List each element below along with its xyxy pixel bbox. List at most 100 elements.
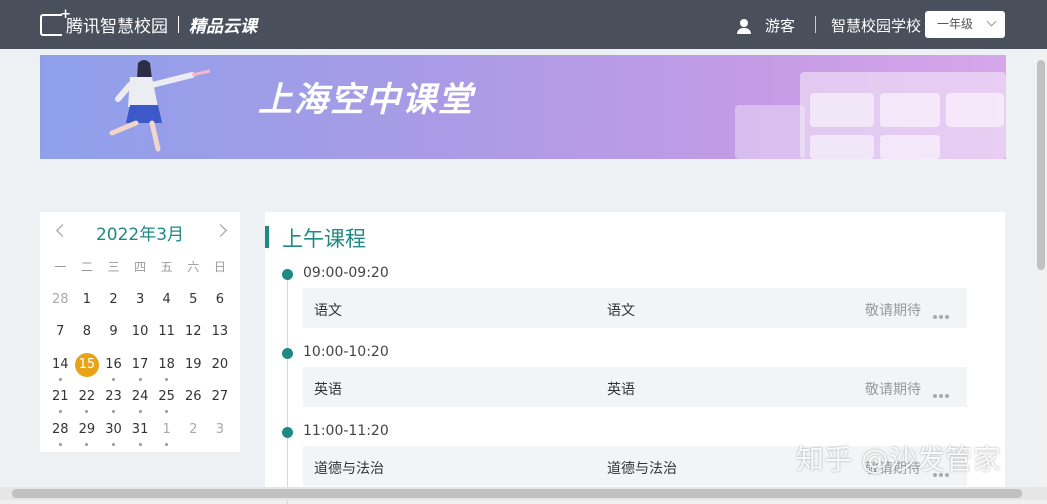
has-class-dot	[165, 377, 169, 381]
calendar-day[interactable]: 6	[207, 291, 234, 324]
logo[interactable]: 腾讯智慧校园 精品云课	[40, 7, 257, 37]
calendar-day[interactable]: 23	[100, 388, 127, 421]
calendar-day-label: 28	[52, 421, 69, 437]
has-class-dot	[58, 410, 62, 413]
weekday-label: 六	[187, 260, 200, 274]
calendar-day[interactable]: 28	[47, 291, 74, 324]
calendar-day[interactable]: 1	[74, 291, 101, 324]
calendar-month: 2022年3月	[95, 225, 185, 245]
calendar-day[interactable]: 3	[207, 421, 234, 454]
has-class-dot	[58, 442, 62, 446]
weekday-label: 四	[134, 260, 147, 274]
calendar-day-label: 14	[52, 356, 69, 372]
calendar-day-label: 23	[105, 389, 122, 404]
calendar-day-label: 22	[78, 389, 96, 404]
banner-deco-card	[946, 93, 1004, 127]
banner-deco-card	[810, 93, 874, 127]
calendar-day-label: 18	[158, 356, 175, 372]
class-subject: 道德与法治	[314, 461, 384, 477]
calendar-day[interactable]: 31	[127, 421, 154, 454]
header-divider	[815, 16, 816, 33]
calendar-day[interactable]: 29	[74, 421, 101, 454]
calendar-grid: 一 二 三 四 五 六 日 28 1 2 3 4 5 6 7 8 9 10 11…	[47, 258, 233, 453]
has-class-dot	[138, 377, 142, 381]
calendar-day[interactable]: 13	[207, 323, 234, 356]
banner-deco-card	[880, 93, 940, 127]
class-name: 道德与法治	[607, 461, 677, 477]
calendar-day[interactable]: 3	[127, 291, 154, 324]
grade-select[interactable]: 一年级	[925, 11, 1005, 38]
calendar-day[interactable]: 2	[100, 291, 127, 324]
class-subject: 英语	[314, 382, 342, 398]
calendar-day[interactable]: 11	[153, 323, 180, 356]
class-name: 语文	[607, 303, 635, 319]
user-menu[interactable]: 游客	[737, 15, 795, 36]
calendar-day-label: 29	[78, 421, 96, 437]
calendar-day[interactable]: 4	[153, 291, 180, 324]
timeline-dot	[282, 269, 293, 280]
timeline-line	[287, 274, 288, 504]
calendar-day-label: 25	[158, 389, 175, 404]
calendar-day-label: 30	[105, 421, 122, 437]
calendar-day-label: 15	[74, 352, 99, 377]
calendar-day[interactable]: 17	[127, 356, 154, 389]
calendar-day[interactable]: 24	[127, 388, 154, 421]
vertical-scroll-thumb[interactable]	[1037, 60, 1045, 270]
slot-time: 11:00-11:20	[303, 423, 389, 439]
calendar-day[interactable]: 18	[153, 356, 180, 389]
calendar-day[interactable]: 1	[153, 421, 180, 454]
calendar-day-label: 24	[131, 389, 149, 404]
school-name: 智慧校园学校	[831, 17, 922, 35]
calendar-day[interactable]: 5	[180, 291, 207, 324]
more-icon[interactable]	[933, 386, 951, 398]
has-class-dot	[111, 442, 115, 446]
slot-time: 09:00-09:20	[303, 265, 389, 281]
calendar-day[interactable]: 8	[74, 323, 101, 356]
calendar-day[interactable]: 7	[47, 323, 74, 356]
calendar-day-selected[interactable]: 15	[74, 352, 101, 389]
class-status: 敬请期待	[865, 382, 921, 398]
calendar-day[interactable]: 25	[153, 388, 180, 421]
calendar-day[interactable]: 10	[127, 323, 154, 356]
has-class-dot	[111, 377, 115, 381]
calendar-day[interactable]: 30	[100, 421, 127, 454]
calendar-day-label: 17	[131, 356, 149, 372]
calendar-day[interactable]: 19	[180, 356, 207, 389]
section-accent-bar	[265, 226, 269, 248]
class-status: 敬请期待	[865, 303, 921, 319]
class-row[interactable]: 英语 英语 敬请期待	[303, 367, 967, 407]
calendar-day[interactable]: 16	[100, 356, 127, 389]
calendar-day[interactable]: 22	[74, 388, 101, 421]
class-row[interactable]: 语文 语文 敬请期待	[303, 288, 967, 328]
has-class-dot	[111, 410, 115, 413]
calendar-day[interactable]: 12	[180, 323, 207, 356]
calendar-day-label: 1	[162, 421, 171, 437]
horizontal-scroll-thumb[interactable]	[12, 489, 1022, 498]
calendar-day[interactable]: 26	[180, 388, 207, 421]
has-class-dot	[58, 377, 62, 381]
calendar-day[interactable]: 27	[207, 388, 234, 421]
calendar-day-label: 21	[52, 389, 69, 404]
weekday-label: 三	[107, 260, 120, 274]
more-icon[interactable]	[933, 307, 951, 319]
banner-deco-card	[880, 135, 940, 159]
weekday-label: 五	[160, 260, 173, 274]
calendar-day[interactable]: 9	[100, 323, 127, 356]
watermark: 知乎 @沙发管家	[796, 443, 1001, 476]
has-class-dot	[85, 442, 89, 446]
banner-deco-panel	[735, 105, 805, 159]
timeline-dot	[282, 427, 293, 438]
slot-time: 10:00-10:20	[303, 344, 389, 360]
banner-title: 上海空中课堂	[258, 80, 474, 120]
calendar-day[interactable]: 20	[207, 356, 234, 389]
calendar-day[interactable]: 2	[180, 421, 207, 454]
calendar-day[interactable]: 28	[47, 421, 74, 454]
grade-select-value: 一年级	[937, 17, 974, 31]
calendar: 2022年3月 一 二 三 四 五 六 日 28 1 2 3 4 5 6 7 8…	[40, 212, 240, 452]
weekday-label: 一	[54, 260, 67, 274]
schedule-title: 上午课程	[282, 227, 366, 251]
calendar-day[interactable]: 21	[47, 388, 74, 421]
calendar-day[interactable]: 14	[47, 356, 74, 389]
banner-deco-card	[810, 135, 874, 159]
timeline-dot	[282, 348, 293, 359]
